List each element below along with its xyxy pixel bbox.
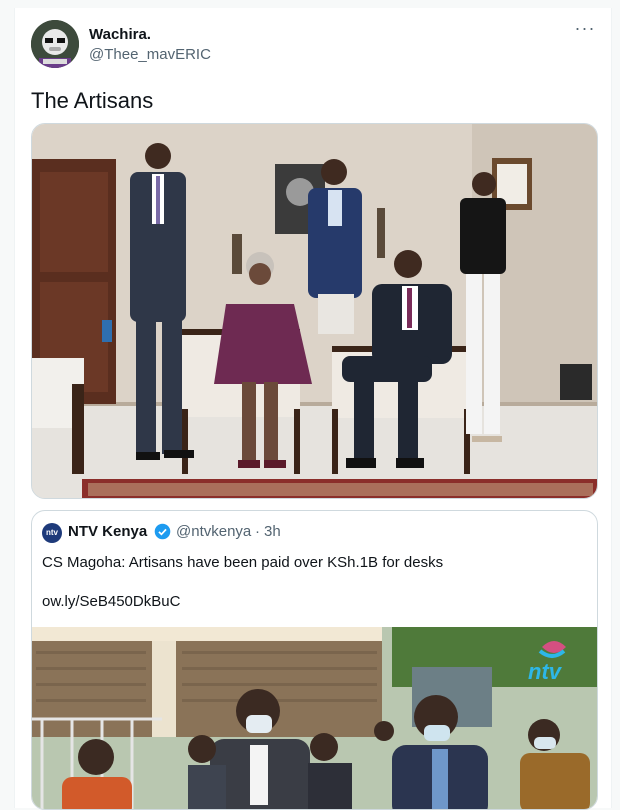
quoted-text: CS Magoha: Artisans have been paid over …	[42, 554, 444, 571]
quoted-author-handle[interactable]: @ntvkenya	[176, 523, 251, 540]
quoted-link[interactable]: ow.ly/SeB450DkBuC	[42, 593, 180, 610]
quoted-media[interactable]: ntv	[32, 627, 597, 809]
author-avatar[interactable]	[31, 20, 79, 68]
tweet-photo[interactable]	[31, 123, 598, 499]
ntv-watermark: ntv	[528, 659, 563, 684]
quoted-author-name[interactable]: NTV Kenya	[68, 523, 147, 540]
more-dots-icon[interactable]: ···	[573, 19, 597, 42]
tweet-card[interactable]: Wachira. @Thee_mavERIC ··· The Artisans	[14, 8, 612, 810]
separator-dot: ·	[255, 523, 260, 540]
author-handle[interactable]: @Thee_mavERIC	[89, 46, 211, 63]
verified-badge-icon	[154, 523, 171, 540]
quoted-timestamp[interactable]: 3h	[264, 523, 281, 540]
ntv-logo-avatar[interactable]: ntv	[42, 523, 62, 543]
tweet-text: The Artisans	[31, 88, 154, 113]
author-name[interactable]: Wachira.	[89, 26, 151, 43]
quoted-tweet[interactable]: ntv NTV Kenya @ntvkenya · 3h CS Magoha: …	[31, 510, 598, 810]
